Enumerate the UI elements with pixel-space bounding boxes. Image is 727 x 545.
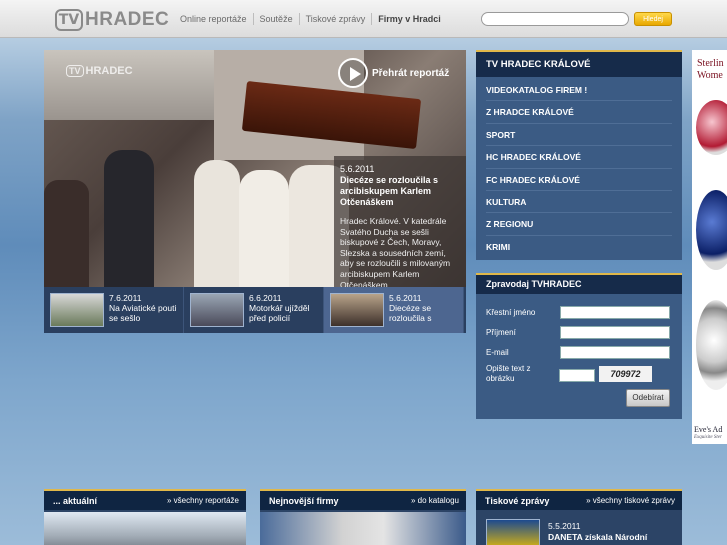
ring-image: [696, 300, 727, 390]
box-title: Nejnovější firmy: [269, 495, 339, 506]
video-frame-person: [104, 150, 154, 290]
menu-item-sport[interactable]: SPORT: [486, 124, 672, 147]
play-report-button[interactable]: Přehrát reportáž: [338, 58, 449, 88]
video-frame-person: [194, 160, 240, 290]
menu-item-krimi[interactable]: KRIMI: [486, 236, 672, 258]
box-nejnovejsi-firmy: Nejnovější firmy » do katalogu: [260, 489, 466, 545]
watermark-text: HRADEC: [85, 65, 133, 77]
catalog-link[interactable]: » do katalogu: [411, 496, 459, 505]
report-thumb-image[interactable]: [330, 293, 384, 327]
captcha-image: 709972: [599, 366, 652, 382]
report-thumb-image[interactable]: [50, 293, 104, 327]
box-header: Nejnovější firmy » do katalogu: [260, 491, 466, 510]
video-frame-person: [44, 180, 89, 290]
search-input[interactable]: [481, 12, 629, 26]
report-thumb-date: 6.6.2011: [249, 293, 282, 303]
header-bar: TV HRADEC Online reportáže Soutěže Tisko…: [0, 0, 727, 38]
email-label: E-mail: [486, 348, 509, 357]
nav-firmy-v-hradci[interactable]: Firmy v Hradci: [371, 13, 447, 25]
box-title: Tiskové zprávy: [485, 495, 550, 506]
video-player[interactable]: TV HRADEC Přehrát reportáž 5.6.2011 Diec…: [44, 50, 466, 290]
report-thumb[interactable]: 5.6.2011 Diecéze se rozloučila s: [324, 287, 464, 333]
captcha-label: Opište text z obrázku: [486, 364, 531, 383]
nav-tiskove-zpravy[interactable]: Tiskové zprávy: [298, 13, 372, 25]
box-header: ... aktuální » všechny reportáže: [44, 491, 246, 510]
captcha-input[interactable]: [559, 369, 595, 382]
nav-online-reportaze[interactable]: Online reportáže: [174, 13, 253, 25]
box-header: Tiskové zprávy » všechny tiskové zprávy: [476, 491, 682, 510]
story-panel: 5.6.2011 Diecéze se rozloučila s arcibis…: [334, 156, 466, 290]
report-thumb-image[interactable]: [190, 293, 244, 327]
video-frame-person: [239, 170, 289, 290]
all-reports-link[interactable]: » všechny reportáže: [167, 496, 239, 505]
ad-headline: Sterlin: [697, 58, 724, 69]
box-title: ... aktuální: [53, 495, 98, 506]
box-image[interactable]: [260, 512, 466, 545]
logo-text: HRADEC: [85, 9, 170, 30]
press-thumb-image[interactable]: [486, 519, 540, 545]
box-aktualni: ... aktuální » všechny reportáže: [44, 489, 246, 545]
ring-image: [696, 190, 727, 270]
ring-image: [696, 100, 727, 155]
play-label[interactable]: Přehrát reportáž: [372, 68, 449, 79]
category-menu-title: TV HRADEC KRÁLOVÉ: [476, 52, 682, 77]
report-thumb-title[interactable]: Diecéze se rozloučila s: [389, 303, 463, 323]
last-name-field[interactable]: [560, 326, 670, 339]
watermark-tv: TV: [66, 65, 84, 77]
story-title[interactable]: Diecéze se rozloučila s arcibiskupem Kar…: [340, 175, 461, 208]
report-thumb[interactable]: 6.6.2011 Motorkář ujížděl před policií: [184, 287, 324, 333]
all-press-releases-link[interactable]: » všechny tiskové zprávy: [586, 496, 675, 505]
menu-item-videokatalog[interactable]: VIDEOKATALOG FIREM !: [486, 79, 672, 102]
newsletter-title: Zpravodaj TVHRADEC: [476, 275, 682, 294]
logo-tv-mark: TV: [55, 9, 83, 31]
ad-brand: Eve's Ad: [694, 425, 723, 434]
newsletter-form: Zpravodaj TVHRADEC Křestní jméno Příjmen…: [476, 273, 682, 419]
site-logo[interactable]: TV HRADEC: [55, 8, 169, 32]
nav-souteze[interactable]: Soutěže: [252, 13, 299, 25]
play-icon[interactable]: [338, 58, 368, 88]
report-thumb-date: 7.6.2011: [109, 293, 142, 303]
press-date: 5.5.2011: [548, 521, 581, 531]
ad-headline: Wome: [697, 70, 723, 81]
report-thumb-title[interactable]: Motorkář ujížděl před policií: [249, 303, 323, 323]
subscribe-button[interactable]: Odebírat: [626, 389, 670, 407]
menu-item-fc-hradec[interactable]: FC HRADEC KRÁLOVÉ: [486, 169, 672, 191]
report-thumb[interactable]: 7.6.2011 Na Aviatické pouti se sešlo: [44, 287, 184, 333]
first-name-field[interactable]: [560, 306, 670, 319]
category-menu: TV HRADEC KRÁLOVÉ VIDEOKATALOG FIREM ! Z…: [476, 50, 682, 260]
report-thumb-title[interactable]: Na Aviatické pouti se sešlo: [109, 303, 183, 323]
press-headline[interactable]: DANETA získala Národní: [548, 532, 647, 542]
report-thumbnails: 7.6.2011 Na Aviatické pouti se sešlo 6.6…: [44, 287, 466, 333]
first-name-label: Křestní jméno: [486, 308, 536, 317]
box-tiskove-zpravy: Tiskové zprávy » všechny tiskové zprávy …: [476, 489, 682, 545]
story-text: Hradec Králové. V katedrále Svatého Duch…: [340, 216, 451, 290]
ad-tagline: Exquisite Ster: [694, 435, 722, 440]
menu-item-z-regionu[interactable]: Z REGIONU: [486, 213, 672, 236]
story-date: 5.6.2011: [340, 164, 375, 174]
menu-item-z-hradce[interactable]: Z HRADCE KRÁLOVÉ: [486, 101, 672, 124]
report-thumb-date: 5.6.2011: [389, 293, 422, 303]
menu-item-kultura[interactable]: KULTURA: [486, 191, 672, 214]
top-navigation: Online reportáže Soutěže Tiskové zprávy …: [174, 13, 447, 25]
last-name-label: Příjmení: [486, 328, 516, 337]
email-field[interactable]: [560, 346, 670, 359]
side-advertisement[interactable]: Sterlin Wome Eve's Ad Exquisite Ster: [692, 50, 727, 444]
box-image[interactable]: [44, 512, 246, 545]
menu-item-hc-hradec[interactable]: HC HRADEC KRÁLOVÉ: [486, 146, 672, 169]
search-button[interactable]: Hledej: [634, 12, 672, 26]
video-watermark: TV HRADEC: [66, 65, 133, 77]
